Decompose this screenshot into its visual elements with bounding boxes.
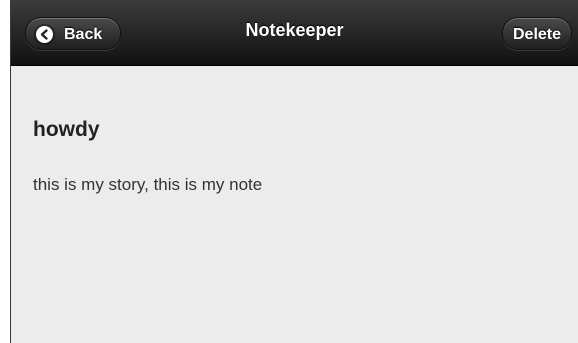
note-body: this is my story, this is my note (33, 175, 263, 194)
delete-button[interactable]: Delete (502, 17, 572, 50)
header-bar: Back Notekeeper Delete (11, 0, 578, 66)
app-window: Back Notekeeper Delete howdy this is my … (10, 0, 578, 343)
note-content: howdy this is my story, this is my note (11, 66, 578, 343)
note-title: howdy (33, 118, 100, 141)
delete-button-label: Delete (512, 26, 562, 43)
page-title: Notekeeper (245, 20, 344, 40)
